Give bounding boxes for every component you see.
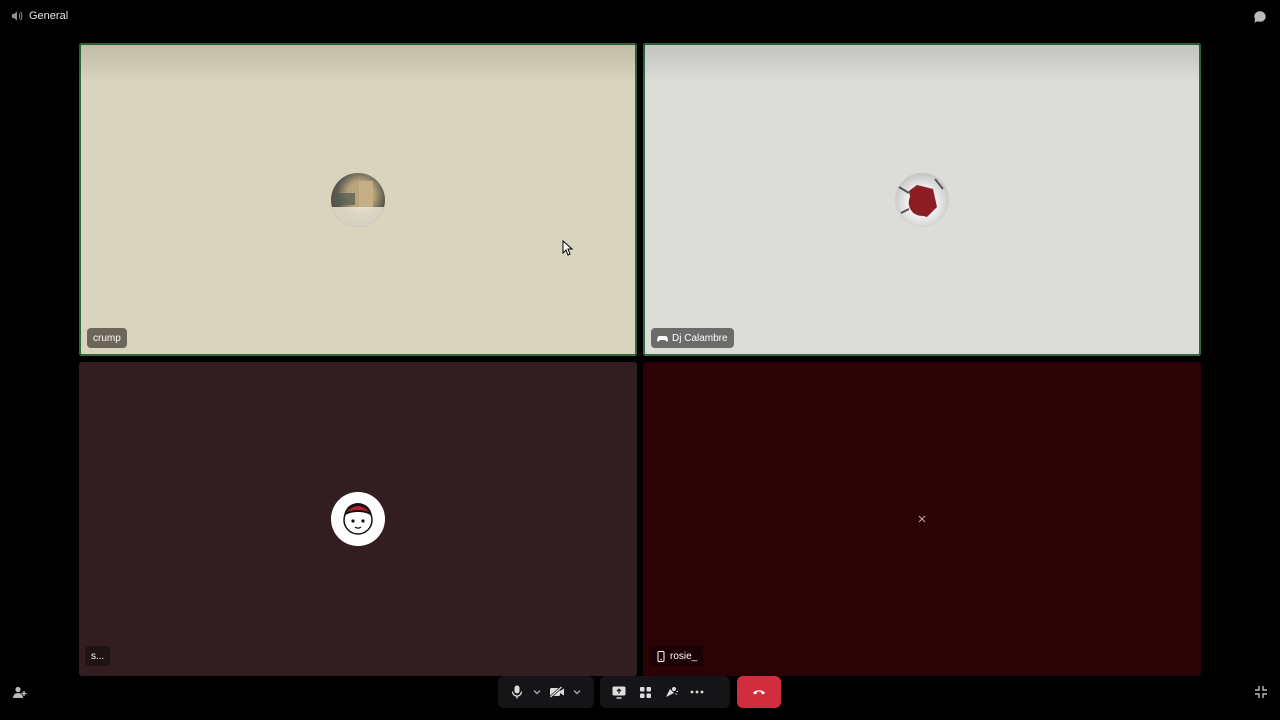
participant-name-tag: Dj Calambre <box>651 328 734 348</box>
exit-fullscreen-icon <box>1254 685 1268 699</box>
camera-options-button[interactable] <box>570 680 584 704</box>
participant-name: rosie_ <box>670 650 698 662</box>
avatar <box>331 172 385 227</box>
more-options-button[interactable] <box>684 680 710 704</box>
participant-name-tag: s... <box>85 646 111 666</box>
soundboard-button[interactable] <box>658 680 684 704</box>
avatar-placeholder-icon <box>914 511 930 527</box>
participant-name-tag: crump <box>87 328 127 348</box>
avatar <box>895 172 949 227</box>
participant-tile-3[interactable]: s... <box>79 362 637 676</box>
participant-name-tag: rosie_ <box>649 646 704 666</box>
hang-up-icon <box>752 688 766 696</box>
tile-shade <box>643 43 1201 83</box>
chevron-down-icon <box>533 689 541 695</box>
soundboard-icon <box>664 685 678 699</box>
exit-fullscreen-button[interactable] <box>1253 684 1269 700</box>
activities-icon <box>639 686 652 699</box>
phone-icon <box>655 650 666 662</box>
media-controls <box>498 676 594 708</box>
chevron-down-icon <box>573 689 581 695</box>
channel-name: General <box>29 10 69 22</box>
invite-button[interactable] <box>11 684 27 700</box>
activity-controls <box>600 676 730 708</box>
participant-name: crump <box>93 332 121 344</box>
more-icon <box>690 690 704 694</box>
participant-tile-crump[interactable]: crump <box>79 43 637 356</box>
tile-shade <box>79 43 637 83</box>
screen-share-icon <box>612 686 626 699</box>
screen-share-button[interactable] <box>606 680 632 704</box>
call-header: General <box>0 0 1280 32</box>
chat-button[interactable] <box>1252 9 1268 25</box>
microphone-icon <box>511 685 523 699</box>
chat-bubble-icon <box>1253 10 1267 24</box>
avatar <box>331 492 385 546</box>
participant-tile-dj-calambre[interactable]: Dj Calambre <box>643 43 1201 356</box>
mouse-cursor-icon <box>562 240 574 256</box>
camera-button[interactable] <box>544 680 570 704</box>
disconnect-button[interactable] <box>737 676 781 708</box>
participant-name: s... <box>91 650 105 662</box>
add-user-icon <box>12 685 27 700</box>
activities-button[interactable] <box>632 680 658 704</box>
mic-options-button[interactable] <box>530 680 544 704</box>
speaker-icon <box>10 9 24 23</box>
participant-tile-rosie[interactable]: rosie_ <box>643 362 1201 676</box>
mute-button[interactable] <box>504 680 530 704</box>
voice-call-window: General crump Dj Calambre s... rosie_ <box>0 0 1280 720</box>
participant-name: Dj Calambre <box>672 332 728 344</box>
camera-off-icon <box>549 686 565 698</box>
game-controller-icon <box>657 333 668 344</box>
